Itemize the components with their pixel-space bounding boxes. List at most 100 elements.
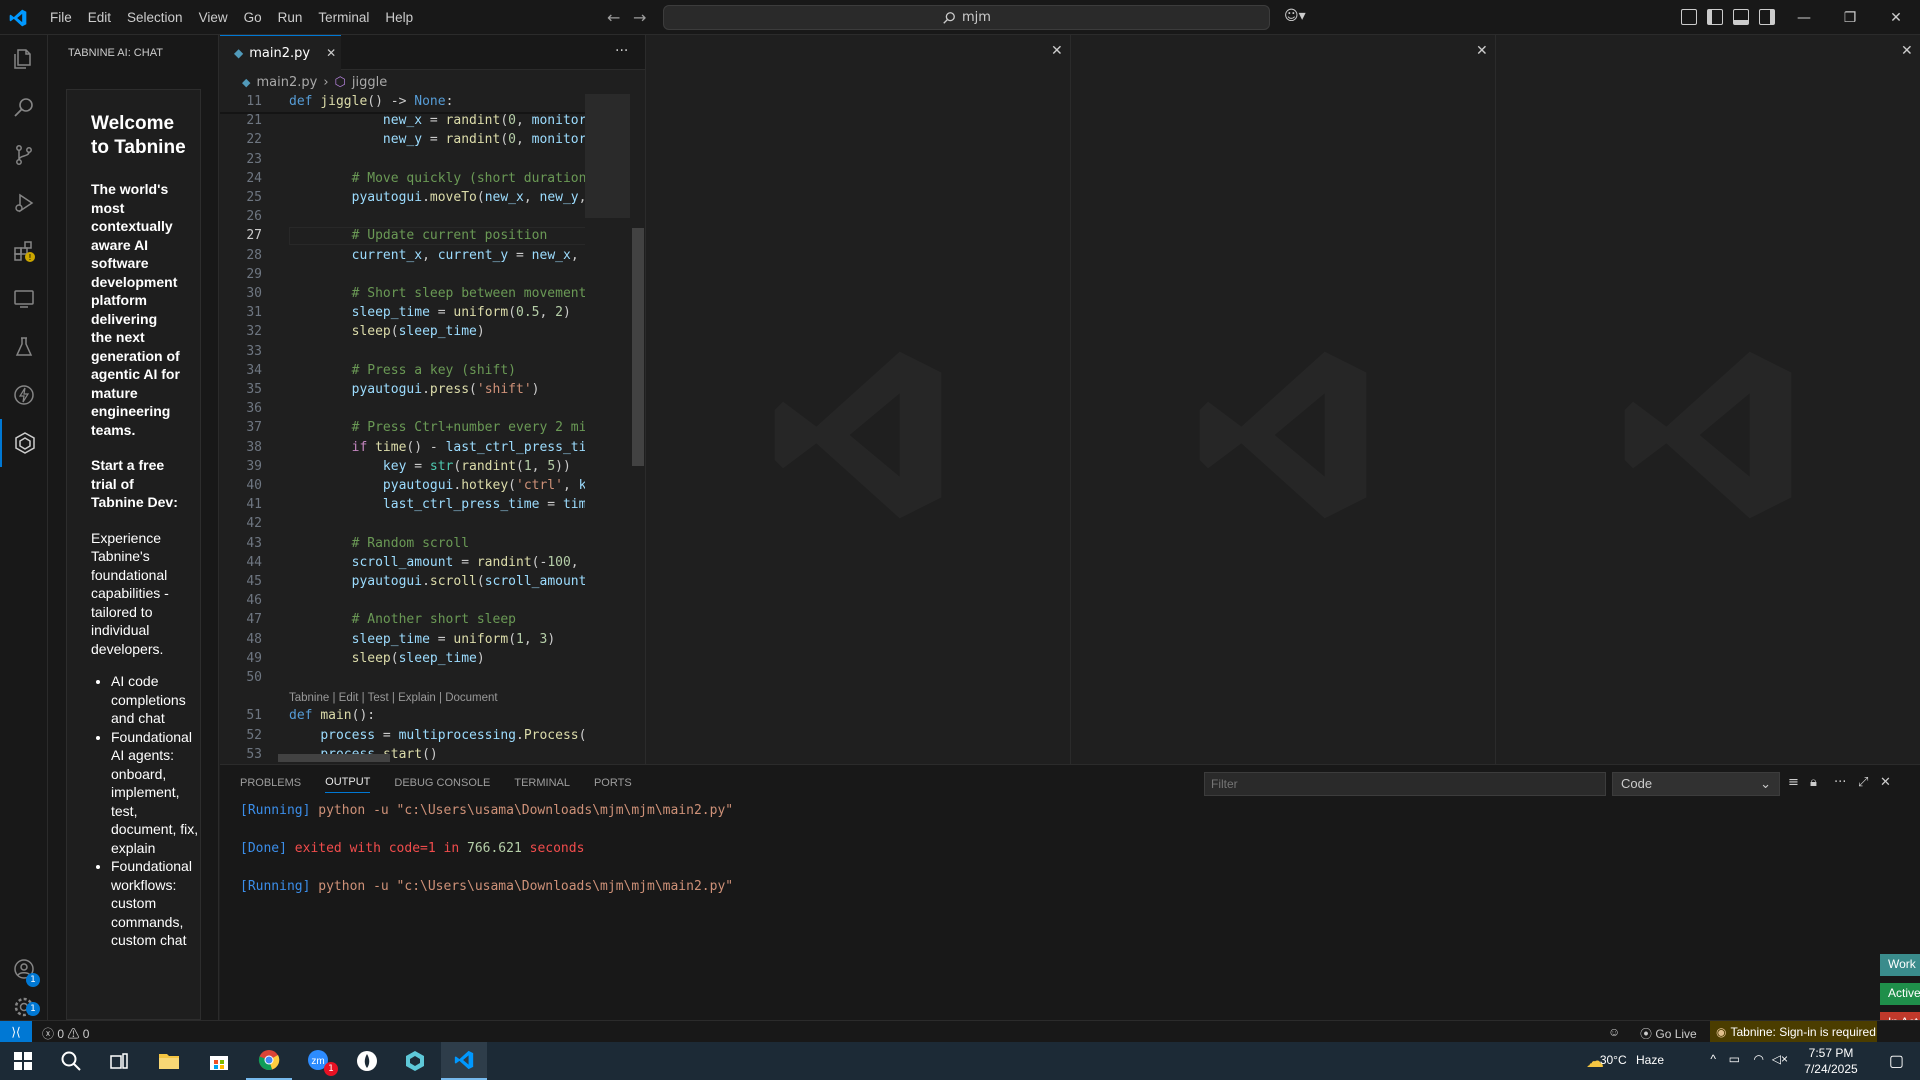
forward-arrow-icon[interactable]: → [633,8,646,27]
breadcrumb-symbol[interactable]: jiggle [352,75,387,90]
tabnine-icon[interactable] [0,419,48,467]
search-icon[interactable] [0,83,48,131]
code-editor[interactable]: 11 def jiggle() -> None: 21 new_x = randin… [220,94,585,764]
menu-terminal[interactable]: Terminal [310,10,377,25]
battery-icon[interactable]: ▭ [1729,1052,1740,1066]
code-line[interactable]: # Short sleep between movement [289,286,585,301]
tab-problems[interactable]: PROBLEMS [240,773,301,793]
tab-main2-py[interactable]: ◆ main2.py ✕ [220,35,341,70]
code-line[interactable]: # Press Ctrl+number every 2 mi [289,420,585,435]
editor-group-3[interactable]: ✕ [1070,35,1495,764]
taskbar-search-icon[interactable] [48,1042,94,1080]
zoom-icon[interactable]: zm 1 [296,1042,342,1080]
more-actions-icon[interactable]: ··· [615,43,628,59]
code-line[interactable]: sleep(sleep_time) [289,651,485,666]
editor-group-4[interactable]: ✕ [1495,35,1920,764]
code-line[interactable]: pyautogui.moveTo(new_x, new_y, [289,190,585,205]
store-icon[interactable] [196,1042,242,1080]
go-live-button[interactable]: ⦿ Go Live [1640,1025,1697,1042]
close-panel-icon[interactable]: ✕ [1880,775,1891,790]
remote-explorer-icon[interactable] [0,275,48,323]
wifi-icon[interactable]: ◠ [1754,1052,1764,1066]
tab-ports[interactable]: PORTS [594,773,632,793]
weather-widget[interactable]: 30°C Haze [1600,1053,1664,1067]
settings-gear-icon[interactable]: 1 [0,993,48,1020]
menu-edit[interactable]: Edit [80,10,119,25]
restore-icon[interactable]: ❐ [1827,0,1873,35]
show-hidden-icons-icon[interactable]: ^ [1710,1052,1716,1066]
code-line[interactable]: sleep_time = uniform(0.5, 2) [289,305,571,320]
run-debug-icon[interactable] [0,179,48,227]
source-control-icon[interactable] [0,131,48,179]
code-line[interactable]: pyautogui.scroll(scroll_amount [289,574,585,589]
windows-start-icon[interactable] [0,1042,46,1080]
file-explorer-icon[interactable] [146,1042,192,1080]
testing-icon[interactable] [0,323,48,371]
toggle-primary-sidebar-icon[interactable] [1707,9,1723,25]
errors-count[interactable]: ⓧ 0 ⚠ 0 [42,1025,89,1042]
back-arrow-icon[interactable]: ← [607,8,620,27]
toggle-panel-icon[interactable] [1733,9,1749,25]
work-pill[interactable]: Work [1880,954,1920,976]
lock-scroll-icon[interactable]: 🔒︎ [1810,775,1817,790]
accounts-icon[interactable]: 1 [0,945,48,993]
task-view-icon[interactable] [96,1042,142,1080]
volume-muted-icon[interactable]: ◁× [1772,1052,1788,1066]
tab-terminal[interactable]: TERMINAL [514,773,570,793]
close-icon[interactable]: ✕ [1873,0,1919,35]
menu-selection[interactable]: Selection [119,10,191,25]
code-line[interactable]: scroll_amount = randint(-100, [289,555,579,570]
close-group-icon[interactable]: ✕ [1476,43,1488,59]
tabnine-welcome-panel[interactable]: Welcome to Tabnine The world's most cont… [66,89,201,1020]
command-center-search[interactable]: mjm [663,5,1270,30]
code-line[interactable]: key = str(randint(1, 5)) [289,459,571,474]
code-line[interactable]: if time() - last_ctrl_press_ti [289,440,585,455]
active-pill[interactable]: Active [1880,983,1920,1005]
menu-view[interactable]: View [191,10,236,25]
close-group-icon[interactable]: ✕ [1051,43,1063,59]
tabnine-app-icon[interactable] [392,1042,438,1080]
extensions-icon[interactable]: ! [0,227,48,275]
editor-scrollbar[interactable] [632,228,644,466]
minimap[interactable] [585,94,630,764]
more-actions-icon[interactable]: ··· [1834,775,1846,790]
vscode-icon[interactable] [441,1042,487,1080]
code-line[interactable]: new_y = randint(0, monitor [289,132,585,147]
code-line[interactable]: last_ctrl_press_time = tim [289,497,585,512]
code-line[interactable]: def jiggle() -> None: [289,94,453,109]
customize-layout-icon[interactable] [1681,9,1697,25]
app-icon[interactable] [344,1042,390,1080]
code-line[interactable]: pyautogui.press('shift') [289,382,540,397]
close-tab-icon[interactable]: ✕ [326,46,336,60]
code-line[interactable]: sleep_time = uniform(1, 3) [289,632,556,647]
chrome-icon[interactable] [246,1042,292,1080]
menu-help[interactable]: Help [377,10,421,25]
code-line[interactable]: # Another short sleep [289,612,516,627]
menu-run[interactable]: Run [270,10,311,25]
tab-output[interactable]: OUTPUT [325,772,371,793]
menu-go[interactable]: Go [236,10,270,25]
thunder-icon[interactable] [0,371,48,419]
code-line[interactable]: sleep(sleep_time) [289,324,485,339]
close-group-icon[interactable]: ✕ [1901,43,1913,59]
minimize-icon[interactable]: — [1781,0,1827,35]
output-log[interactable]: [Running] python -u "c:\Users\usama\Down… [240,801,733,896]
copilot-status-icon[interactable]: ☺ [1608,1025,1620,1039]
code-line[interactable]: # Press a key (shift) [289,363,516,378]
tabnine-codelens[interactable]: Tabnine | Edit | Test | Explain | Docume… [289,692,498,704]
editor-group-2[interactable]: ✕ [645,35,1070,764]
menu-file[interactable]: File [42,10,80,25]
code-line[interactable]: def main(): [289,708,375,723]
remote-indicator-icon[interactable]: ⟩⟨ [0,1021,32,1043]
code-line[interactable]: # Move quickly (short duration [289,171,585,186]
output-channel-select[interactable]: Code ⌄ [1612,772,1780,796]
explorer-icon[interactable] [0,35,48,83]
tabnine-status-button[interactable]: ◉ Tabnine: Sign-in is required [1710,1021,1877,1043]
clock[interactable]: 7:57 PM 7/24/2025 [1796,1045,1866,1077]
code-line[interactable]: process = multiprocessing.Process( [289,728,585,743]
code-line[interactable]: # Random scroll [289,536,469,551]
toggle-secondary-sidebar-icon[interactable] [1759,9,1775,25]
output-filter-input[interactable] [1204,772,1606,796]
clear-output-icon[interactable]: ≡ [1788,775,1799,790]
code-line[interactable]: new_x = randint(0, monitor [289,113,585,128]
